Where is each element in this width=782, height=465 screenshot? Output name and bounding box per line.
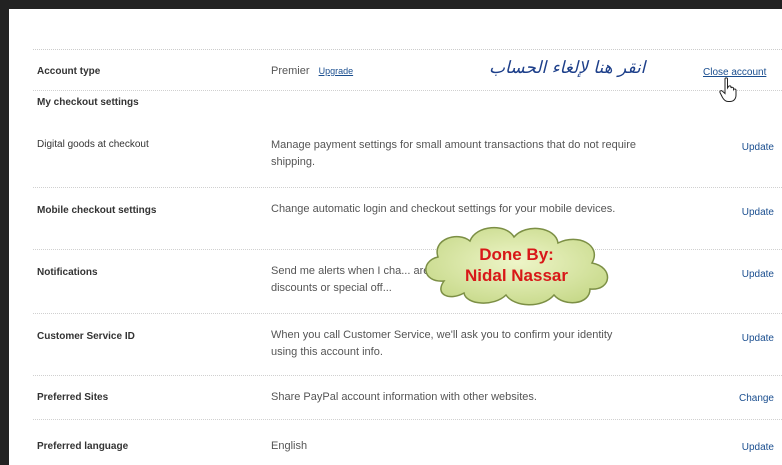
credit-line-1: Done By: <box>479 245 554 264</box>
row-description: English <box>271 440 308 452</box>
settings-row: Preferred Sites Share PayPal account inf… <box>33 375 782 420</box>
account-type-label: Account type <box>37 66 101 77</box>
arabic-annotation: انقر هنا لإلغاء الحساب <box>489 58 646 78</box>
row-label: Digital goods at checkout <box>37 139 149 150</box>
settings-row: Preferred language English Update <box>33 419 782 465</box>
settings-row: Customer Service ID When you call Custom… <box>33 313 782 376</box>
row-description: When you call Customer Service, we'll as… <box>271 329 613 358</box>
author-credit: Done By: Nidal Nassar <box>414 244 619 286</box>
row-label: Notifications <box>37 267 98 278</box>
settings-panel: Account type Premier Upgrade انقر هنا لإ… <box>9 9 782 465</box>
row-label: Customer Service ID <box>37 331 135 342</box>
row-label: Mobile checkout settings <box>37 205 157 216</box>
account-type-row: Account type Premier Upgrade <box>33 50 782 91</box>
account-type-value: Premier <box>271 65 310 77</box>
row-label: Preferred language <box>37 441 129 452</box>
update-notifications-button[interactable]: Update <box>742 269 774 280</box>
row-description: Change automatic login and checkout sett… <box>271 203 616 215</box>
update-mobile-checkout-button[interactable]: Update <box>742 207 774 218</box>
row-description: Share PayPal account information with ot… <box>271 391 537 403</box>
upgrade-link[interactable]: Upgrade <box>319 66 354 76</box>
update-preferred-language-button[interactable]: Update <box>742 442 774 453</box>
section-title: My checkout settings <box>37 97 139 108</box>
update-digital-goods-button[interactable]: Update <box>742 142 774 153</box>
row-description: Manage payment settings for small amount… <box>271 139 637 168</box>
credit-line-2: Nidal Nassar <box>465 266 568 285</box>
change-preferred-sites-button[interactable]: Change <box>739 393 774 404</box>
settings-row: Digital goods at checkout Manage payment… <box>33 115 782 188</box>
settings-row: Notifications Send me alerts when I cha.… <box>33 249 782 314</box>
section-header: My checkout settings <box>33 91 782 115</box>
update-customer-service-id-button[interactable]: Update <box>742 333 774 344</box>
settings-row: Mobile checkout settings Change automati… <box>33 187 782 250</box>
row-label: Preferred Sites <box>37 392 109 403</box>
